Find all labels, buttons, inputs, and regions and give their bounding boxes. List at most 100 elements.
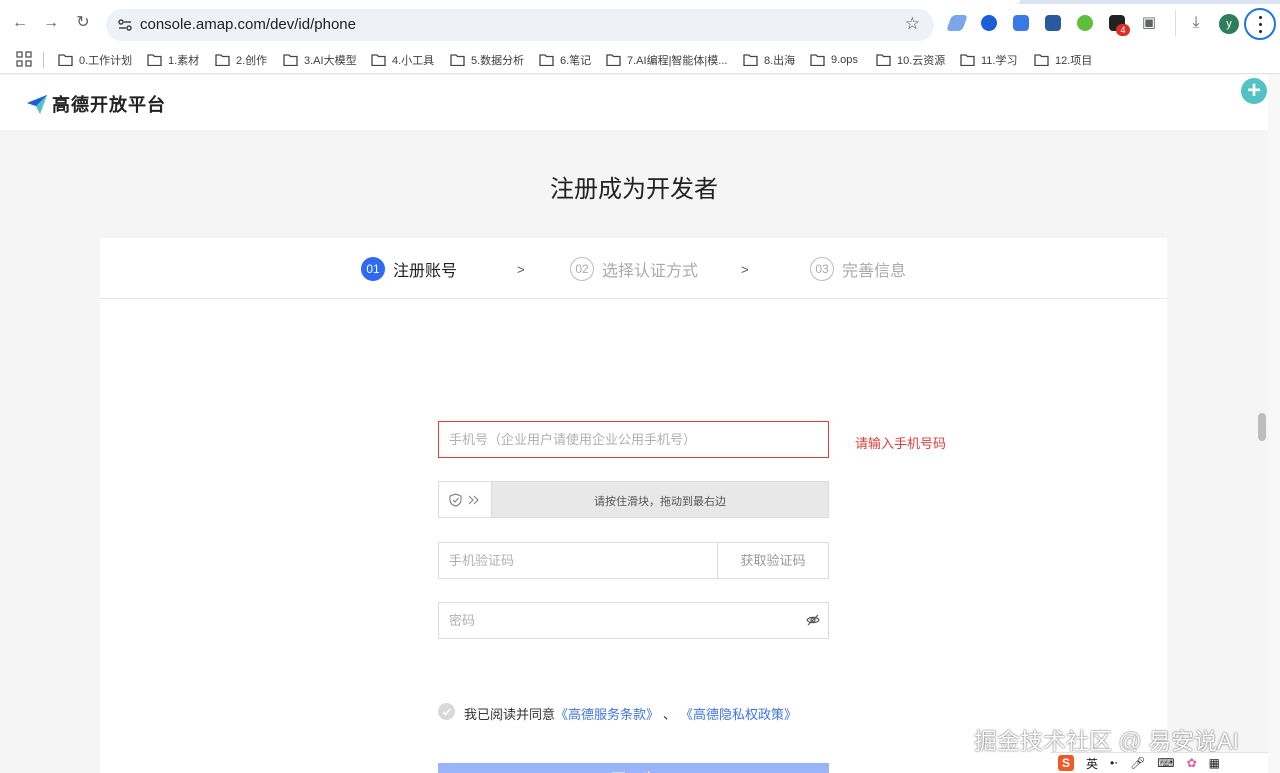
bookmark-label: 5.数据分析 xyxy=(471,55,525,67)
ime-punctuation-icon[interactable]: •⋅ xyxy=(1110,756,1118,770)
step-label: 选择认证方式 xyxy=(602,263,699,280)
check-icon xyxy=(442,708,451,716)
ime-toolbox-icon[interactable]: ▦ xyxy=(1209,756,1220,770)
step-arrow: > xyxy=(741,262,749,277)
paper-plane-logo-icon xyxy=(27,95,47,114)
agreement-checkbox[interactable] xyxy=(438,703,455,720)
sms-code-input[interactable] xyxy=(439,543,717,578)
bookmark-folder[interactable]: 8.出海 xyxy=(743,51,795,69)
menu-dot xyxy=(1259,23,1262,26)
browser-menu-button[interactable] xyxy=(1244,8,1276,40)
bookmark-folder[interactable]: 1.素材 xyxy=(147,51,199,69)
slider-instruction: 请按住滑块，拖动到最右边 xyxy=(594,496,726,508)
bookmark-folder[interactable]: 7.AI编程|智能体|模... xyxy=(606,51,727,69)
apps-grid-icon[interactable] xyxy=(16,51,32,67)
extension-app-icon[interactable] xyxy=(1045,15,1061,31)
folder-icon xyxy=(960,54,975,66)
step-number: 01 xyxy=(361,257,385,281)
ime-lang-toggle[interactable]: 英 xyxy=(1086,755,1098,772)
bookmark-folder[interactable]: 4.小工具 xyxy=(371,51,434,69)
profile-avatar[interactable]: y xyxy=(1219,14,1239,34)
bookmark-star-icon[interactable]: ☆ xyxy=(905,14,920,34)
tab-strip xyxy=(0,0,1280,4)
folder-icon xyxy=(215,54,230,66)
extension-translate-icon[interactable] xyxy=(981,15,997,31)
register-card: 01 注册账号 > 02 选择认证方式 > 03 完善信息 请输入手机号码 xyxy=(100,238,1167,773)
phone-field[interactable] xyxy=(438,421,829,458)
eye-off-icon[interactable] xyxy=(806,613,820,627)
extension-doc-icon[interactable] xyxy=(1013,15,1029,31)
step-arrow: > xyxy=(517,262,525,277)
agreement-separator: 、 xyxy=(663,707,677,722)
folder-icon xyxy=(450,54,465,66)
extensions-puzzle-icon[interactable]: ▣ xyxy=(1139,13,1159,33)
bookmark-label: 8.出海 xyxy=(764,55,796,67)
amap-logo[interactable]: 高德开放平台 xyxy=(26,91,166,117)
plus-icon[interactable]: + xyxy=(1241,78,1267,104)
ime-skin-icon[interactable]: ✿ xyxy=(1187,756,1197,770)
step-register-account: 01 注册账号 xyxy=(361,257,457,281)
bookmarks-divider xyxy=(43,52,44,68)
folder-icon xyxy=(606,54,621,66)
folder-icon xyxy=(743,54,758,66)
download-icon[interactable]: ⤓ xyxy=(1186,13,1206,33)
ime-logo[interactable]: S xyxy=(1058,755,1074,771)
privacy-link[interactable]: 《高德隐私权政策》 xyxy=(680,704,797,723)
watermark-text: 掘金技术社区 @ 易安说AI xyxy=(974,728,1239,754)
password-field[interactable] xyxy=(438,602,829,639)
page-scrollbar-thumb[interactable] xyxy=(1258,413,1266,441)
folder-icon xyxy=(58,54,73,66)
address-bar[interactable]: console.amap.com/dev/id/phone ☆ xyxy=(106,9,934,41)
page-scrollbar-track[interactable] xyxy=(1268,75,1280,773)
folder-icon xyxy=(876,54,891,66)
folder-icon xyxy=(371,54,386,66)
bookmark-label: 11.学习 xyxy=(981,55,1018,67)
bookmark-folder[interactable]: 3.AI大模型 xyxy=(283,51,357,69)
active-tab[interactable] xyxy=(0,0,1020,4)
sms-code-field[interactable] xyxy=(438,542,718,579)
get-code-button[interactable]: 获取验证码 xyxy=(717,542,829,579)
url-text[interactable]: console.amap.com/dev/id/phone xyxy=(140,16,356,33)
folder-icon xyxy=(147,54,162,66)
phone-error-message: 请输入手机号码 xyxy=(855,436,947,451)
step-number: 03 xyxy=(810,257,834,281)
forward-icon[interactable]: → xyxy=(41,13,61,33)
bookmark-label: 3.AI大模型 xyxy=(304,55,357,67)
phone-input[interactable] xyxy=(439,422,828,457)
step-number: 02 xyxy=(570,257,594,281)
menu-dot xyxy=(1259,30,1262,33)
ime-mic-icon[interactable]: 🎤︎ xyxy=(1130,756,1145,770)
bookmark-folder[interactable]: 11.学习 xyxy=(960,51,1017,69)
ime-keyboard-icon[interactable]: ⌨ xyxy=(1157,756,1174,770)
step-indicator: 01 注册账号 > 02 选择认证方式 > 03 完善信息 xyxy=(100,238,1167,299)
site-settings-icon[interactable] xyxy=(116,16,134,34)
password-input[interactable] xyxy=(439,603,828,638)
bookmark-folder[interactable]: 10.云资源 xyxy=(876,51,945,69)
toolbar-divider xyxy=(1175,10,1176,36)
bookmark-label: 2.创作 xyxy=(236,55,268,67)
bookmark-label: 1.素材 xyxy=(168,55,200,67)
folder-icon xyxy=(1034,54,1049,66)
folder-icon xyxy=(283,54,298,66)
agreement-text: 我已阅读并同意 xyxy=(464,707,556,722)
terms-link[interactable]: 《高德服务条款》 xyxy=(555,704,659,723)
bookmarks-bar: 0.工作计划 1.素材 2.创作 3.AI大模型 4.小工具 5.数据分析 6.… xyxy=(0,46,1280,74)
slider-handle[interactable] xyxy=(439,482,492,517)
bookmark-folder[interactable]: 2.创作 xyxy=(215,51,267,69)
double-chevron-right-icon xyxy=(468,495,479,505)
bookmark-folder[interactable]: 12.项目 xyxy=(1034,51,1092,69)
folder-icon xyxy=(810,54,825,66)
bookmark-folder[interactable]: 9.ops xyxy=(810,51,858,69)
bookmark-label: 6.笔记 xyxy=(560,55,592,67)
step-complete-info: 03 完善信息 xyxy=(810,257,906,281)
back-icon[interactable]: ← xyxy=(10,13,30,33)
browser-toolbar: ← → ↻ console.amap.com/dev/id/phone ☆ 4 … xyxy=(0,0,1280,46)
reload-icon[interactable]: ↻ xyxy=(73,13,93,33)
bookmark-folder[interactable]: 6.笔记 xyxy=(539,51,591,69)
bookmark-label: 7.AI编程|智能体|模... xyxy=(627,55,728,67)
next-step-button[interactable]: 下一步 xyxy=(438,763,829,773)
bookmark-folder[interactable]: 0.工作计划 xyxy=(58,51,132,69)
extension-y-icon[interactable] xyxy=(1077,15,1093,31)
bookmark-folder[interactable]: 5.数据分析 xyxy=(450,51,524,69)
extension-pen-icon[interactable] xyxy=(946,15,968,31)
